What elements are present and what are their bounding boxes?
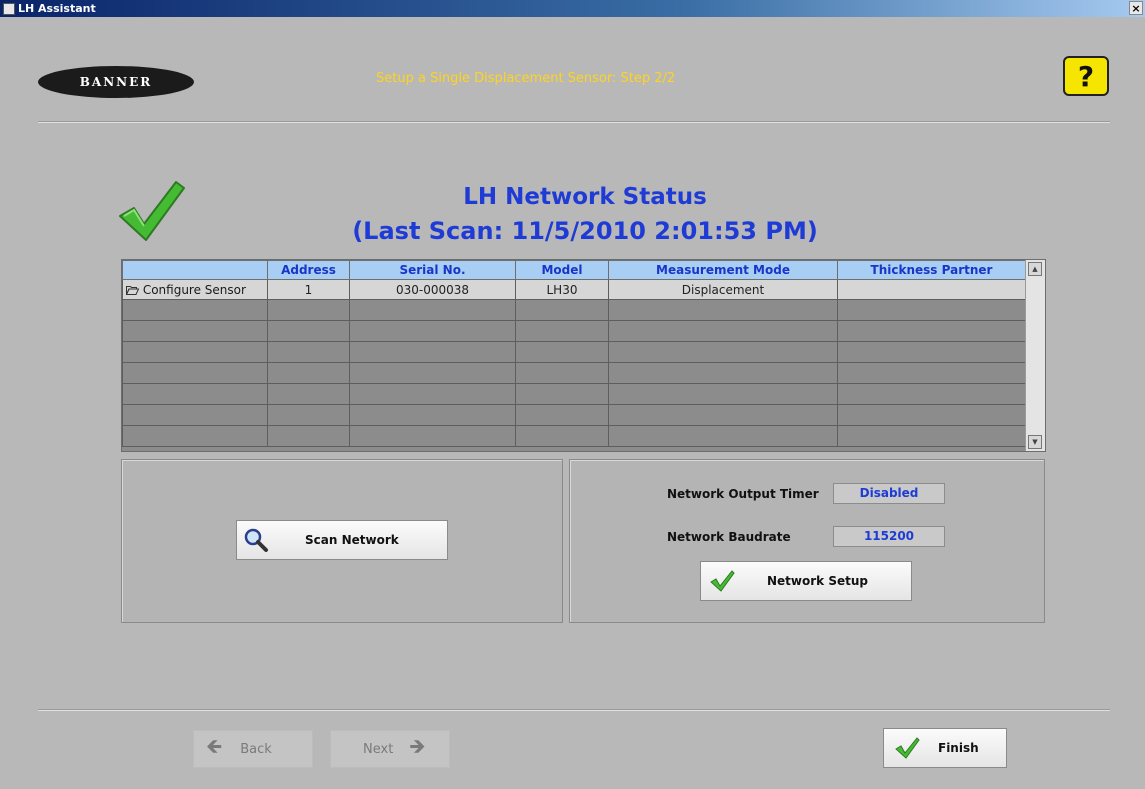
- model-cell: LH30: [515, 279, 609, 300]
- help-button[interactable]: ?: [1063, 56, 1109, 96]
- scroll-up-arrow-icon[interactable]: ▲: [1028, 262, 1042, 276]
- table-header-row: Address Serial No. Model Measurement Mod…: [122, 260, 1026, 280]
- checkmark-icon: [895, 737, 920, 759]
- banner-logo: BANNER: [38, 66, 194, 98]
- network-status-title: LH Network Status (Last Scan: 11/5/2010 …: [330, 180, 840, 248]
- empty-row[interactable]: [122, 404, 1026, 426]
- empty-row[interactable]: [122, 341, 1026, 363]
- output-timer-value: Disabled: [833, 483, 945, 504]
- last-scan-line: (Last Scan: 11/5/2010 2:01:53 PM): [352, 217, 818, 245]
- column-header-mode[interactable]: Measurement Mode: [608, 260, 838, 280]
- address-cell: 1: [267, 279, 350, 300]
- next-button[interactable]: Next 🡺: [330, 730, 450, 768]
- baudrate-value: 115200: [833, 526, 945, 547]
- folder-open-icon: [125, 285, 140, 295]
- finish-label: Finish: [938, 741, 979, 755]
- scan-network-label: Scan Network: [305, 533, 399, 547]
- empty-row[interactable]: [122, 362, 1026, 384]
- empty-row[interactable]: [122, 299, 1026, 321]
- configure-sensor-label: Configure Sensor: [142, 282, 246, 297]
- magnifier-icon: [244, 528, 268, 552]
- table-scrollbar[interactable]: ▲ ▼: [1025, 260, 1045, 451]
- network-panel: Network Output Timer Disabled Network Ba…: [569, 459, 1045, 623]
- checkmark-icon: [710, 570, 735, 592]
- table-row[interactable]: Configure Sensor 1 030-000038 LH30 Displ…: [122, 279, 1026, 300]
- network-setup-label: Network Setup: [767, 574, 868, 588]
- header-divider: [38, 121, 1110, 123]
- left-arrow-icon: 🡸: [206, 734, 223, 758]
- partner-cell: [837, 279, 1026, 300]
- column-header-serial[interactable]: Serial No.: [349, 260, 516, 280]
- lh-assistant-window: LH Assistant × BANNER Setup a Single Dis…: [0, 0, 1145, 789]
- next-label: Next: [363, 741, 394, 757]
- output-timer-label: Network Output Timer: [667, 487, 819, 501]
- back-label: Back: [240, 741, 272, 757]
- close-button[interactable]: ×: [1129, 1, 1143, 15]
- empty-row[interactable]: [122, 320, 1026, 342]
- status-title-line1: LH Network Status: [463, 184, 707, 210]
- app-icon: [3, 2, 15, 15]
- right-arrow-icon: 🡺: [409, 734, 426, 758]
- baudrate-label: Network Baudrate: [667, 530, 791, 544]
- empty-row[interactable]: [122, 383, 1026, 405]
- scan-network-button[interactable]: Scan Network: [236, 520, 448, 560]
- question-mark-icon: ?: [1077, 59, 1095, 93]
- finish-button[interactable]: Finish: [883, 728, 1007, 768]
- scan-panel: Scan Network: [121, 459, 563, 623]
- column-header-thickness-partner[interactable]: Thickness Partner: [837, 260, 1026, 280]
- window-title: LH Assistant: [18, 2, 96, 15]
- column-header-address[interactable]: Address: [267, 260, 350, 280]
- back-button[interactable]: 🡸 Back: [193, 730, 313, 768]
- column-header-model[interactable]: Model: [515, 260, 609, 280]
- network-setup-button[interactable]: Network Setup: [700, 561, 912, 601]
- sensor-table: Address Serial No. Model Measurement Mod…: [121, 259, 1046, 452]
- empty-row[interactable]: [122, 425, 1026, 447]
- column-header: [122, 260, 268, 280]
- logo-text: BANNER: [79, 75, 153, 89]
- title-bar[interactable]: LH Assistant ×: [0, 0, 1145, 17]
- sensor-table-grid: Address Serial No. Model Measurement Mod…: [122, 260, 1026, 447]
- configure-sensor-button[interactable]: Configure Sensor: [122, 279, 268, 300]
- serial-cell: 030-000038: [349, 279, 516, 300]
- step-title: Setup a Single Displacement Sensor: Step…: [376, 71, 676, 86]
- big-checkmark-icon: [119, 181, 185, 241]
- footer-divider: [38, 709, 1110, 711]
- scroll-down-arrow-icon[interactable]: ▼: [1028, 435, 1042, 449]
- mode-cell: Displacement: [608, 279, 838, 300]
